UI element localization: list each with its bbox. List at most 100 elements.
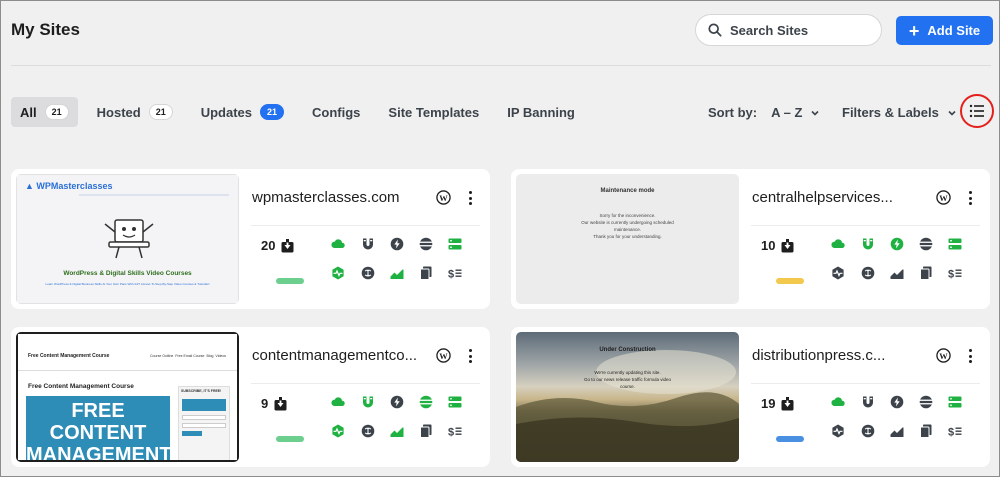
site-card[interactable]: Maintenance mode Sorry for the inconveni… [511,169,990,309]
updates-count[interactable]: 19 [761,396,794,411]
plus-icon: + [908,20,920,41]
more-options-icon[interactable] [965,189,975,207]
tab-site-templates[interactable]: Site Templates [379,97,488,127]
trending-chart-icon[interactable] [390,424,404,438]
server-icon[interactable] [948,395,962,409]
thumb-line: Go to our news release traffic formula v… [584,377,671,382]
more-options-icon[interactable] [965,347,975,365]
thumb-line: maintenance. [613,227,642,232]
filter-tabs: All 21 Hosted 21 Updates 21 Configs Site… [11,97,594,127]
list-view-button[interactable] [960,94,994,128]
wordpress-icon[interactable]: W [936,190,951,205]
documents-icon[interactable] [419,424,433,438]
search-input[interactable]: Search Sites [695,14,882,46]
site-thumbnail[interactable]: Maintenance mode Sorry for the inconveni… [516,174,739,304]
list-icon [969,104,984,118]
more-options-icon[interactable] [465,189,475,207]
thumb-brand-text: WPMasterclasses [36,181,113,191]
thumb-banner: FREE CONTENT MANAGEMENT COURSE [26,396,170,460]
magnet-icon[interactable] [361,395,375,409]
mascot-illustration [104,219,154,259]
site-name[interactable]: contentmanagementco... [252,347,417,364]
site-card[interactable]: ▲ WPMasterclasses WordPress & Digital Sk… [11,169,490,309]
updates-count[interactable]: 20 [261,238,294,253]
svg-text:$: $ [948,427,954,439]
tab-label: Updates [200,104,253,120]
stripes-icon[interactable] [919,395,933,409]
documents-icon[interactable] [919,266,933,280]
chevron-down-icon [948,110,956,116]
server-icon[interactable] [948,237,962,251]
filters-dropdown[interactable]: Filters & Labels [842,105,957,120]
site-card[interactable]: Under Construction We're currently updat… [511,327,990,467]
magnet-icon[interactable] [861,395,875,409]
card-divider [751,225,980,226]
brain-icon[interactable] [361,266,375,280]
site-name[interactable]: distributionpress.c... [752,347,885,364]
magnet-icon[interactable] [861,237,875,251]
documents-icon[interactable] [919,424,933,438]
updates-number: 10 [761,238,776,253]
brain-icon[interactable] [861,266,875,280]
updates-count[interactable]: 10 [761,238,794,253]
tab-all[interactable]: All 21 [11,97,78,127]
billing-icon[interactable]: $ [448,424,462,439]
status-bar [276,436,304,442]
brain-icon[interactable] [861,424,875,438]
card-divider [751,383,980,384]
tab-ip-banning[interactable]: IP Banning [498,97,584,127]
cloud-icon[interactable] [831,237,845,251]
add-site-button[interactable]: + Add Site [896,16,993,45]
download-icon [781,238,794,252]
pulse-icon[interactable] [831,424,845,438]
more-options-icon[interactable] [465,347,475,365]
pulse-icon[interactable] [331,424,345,438]
stripes-icon[interactable] [419,237,433,251]
search-placeholder: Search Sites [730,22,809,38]
wordpress-icon[interactable]: W [936,348,951,363]
cloud-icon[interactable] [331,395,345,409]
trending-chart-icon[interactable] [890,266,904,280]
svg-text:$: $ [948,269,954,281]
tab-configs[interactable]: Configs [303,97,369,127]
bolt-icon[interactable] [890,237,904,251]
pulse-icon[interactable] [331,266,345,280]
brain-icon[interactable] [361,424,375,438]
bolt-icon[interactable] [390,237,404,251]
site-name[interactable]: wpmasterclasses.com [252,189,400,206]
thumb-line: We're currently updating this site. [594,370,661,375]
wordpress-icon[interactable]: W [436,348,451,363]
billing-icon[interactable]: $ [948,424,962,439]
stripes-icon[interactable] [419,395,433,409]
magnet-icon[interactable] [361,237,375,251]
tab-hosted[interactable]: Hosted 21 [88,97,182,127]
site-thumbnail[interactable]: Free Content Management Course Course Ou… [16,332,239,462]
billing-icon[interactable]: $ [448,266,462,281]
billing-icon[interactable]: $ [948,266,962,281]
wordpress-icon[interactable]: W [436,190,451,205]
stripes-icon[interactable] [919,237,933,251]
cloud-icon[interactable] [331,237,345,251]
server-icon[interactable] [448,237,462,251]
server-icon[interactable] [448,395,462,409]
svg-text:W: W [939,351,948,361]
svg-text:$: $ [448,269,454,281]
trending-chart-icon[interactable] [390,266,404,280]
sort-dropdown[interactable]: Sort by: A – Z [708,105,820,120]
thumb-headline: Maintenance mode [600,188,655,194]
status-bar [776,278,804,284]
site-thumbnail[interactable]: ▲ WPMasterclasses WordPress & Digital Sk… [16,174,239,304]
bolt-icon[interactable] [890,395,904,409]
pulse-icon[interactable] [831,266,845,280]
documents-icon[interactable] [419,266,433,280]
trending-chart-icon[interactable] [890,424,904,438]
tab-updates[interactable]: Updates 21 [192,97,293,127]
header-divider [11,65,991,66]
updates-count[interactable]: 9 [261,396,287,411]
site-card[interactable]: Free Content Management Course Course Ou… [11,327,490,467]
cloud-icon[interactable] [831,395,845,409]
bolt-icon[interactable] [390,395,404,409]
site-thumbnail[interactable]: Under Construction We're currently updat… [516,332,739,462]
card-divider [251,383,480,384]
site-name[interactable]: centralhelpservices... [752,189,893,206]
